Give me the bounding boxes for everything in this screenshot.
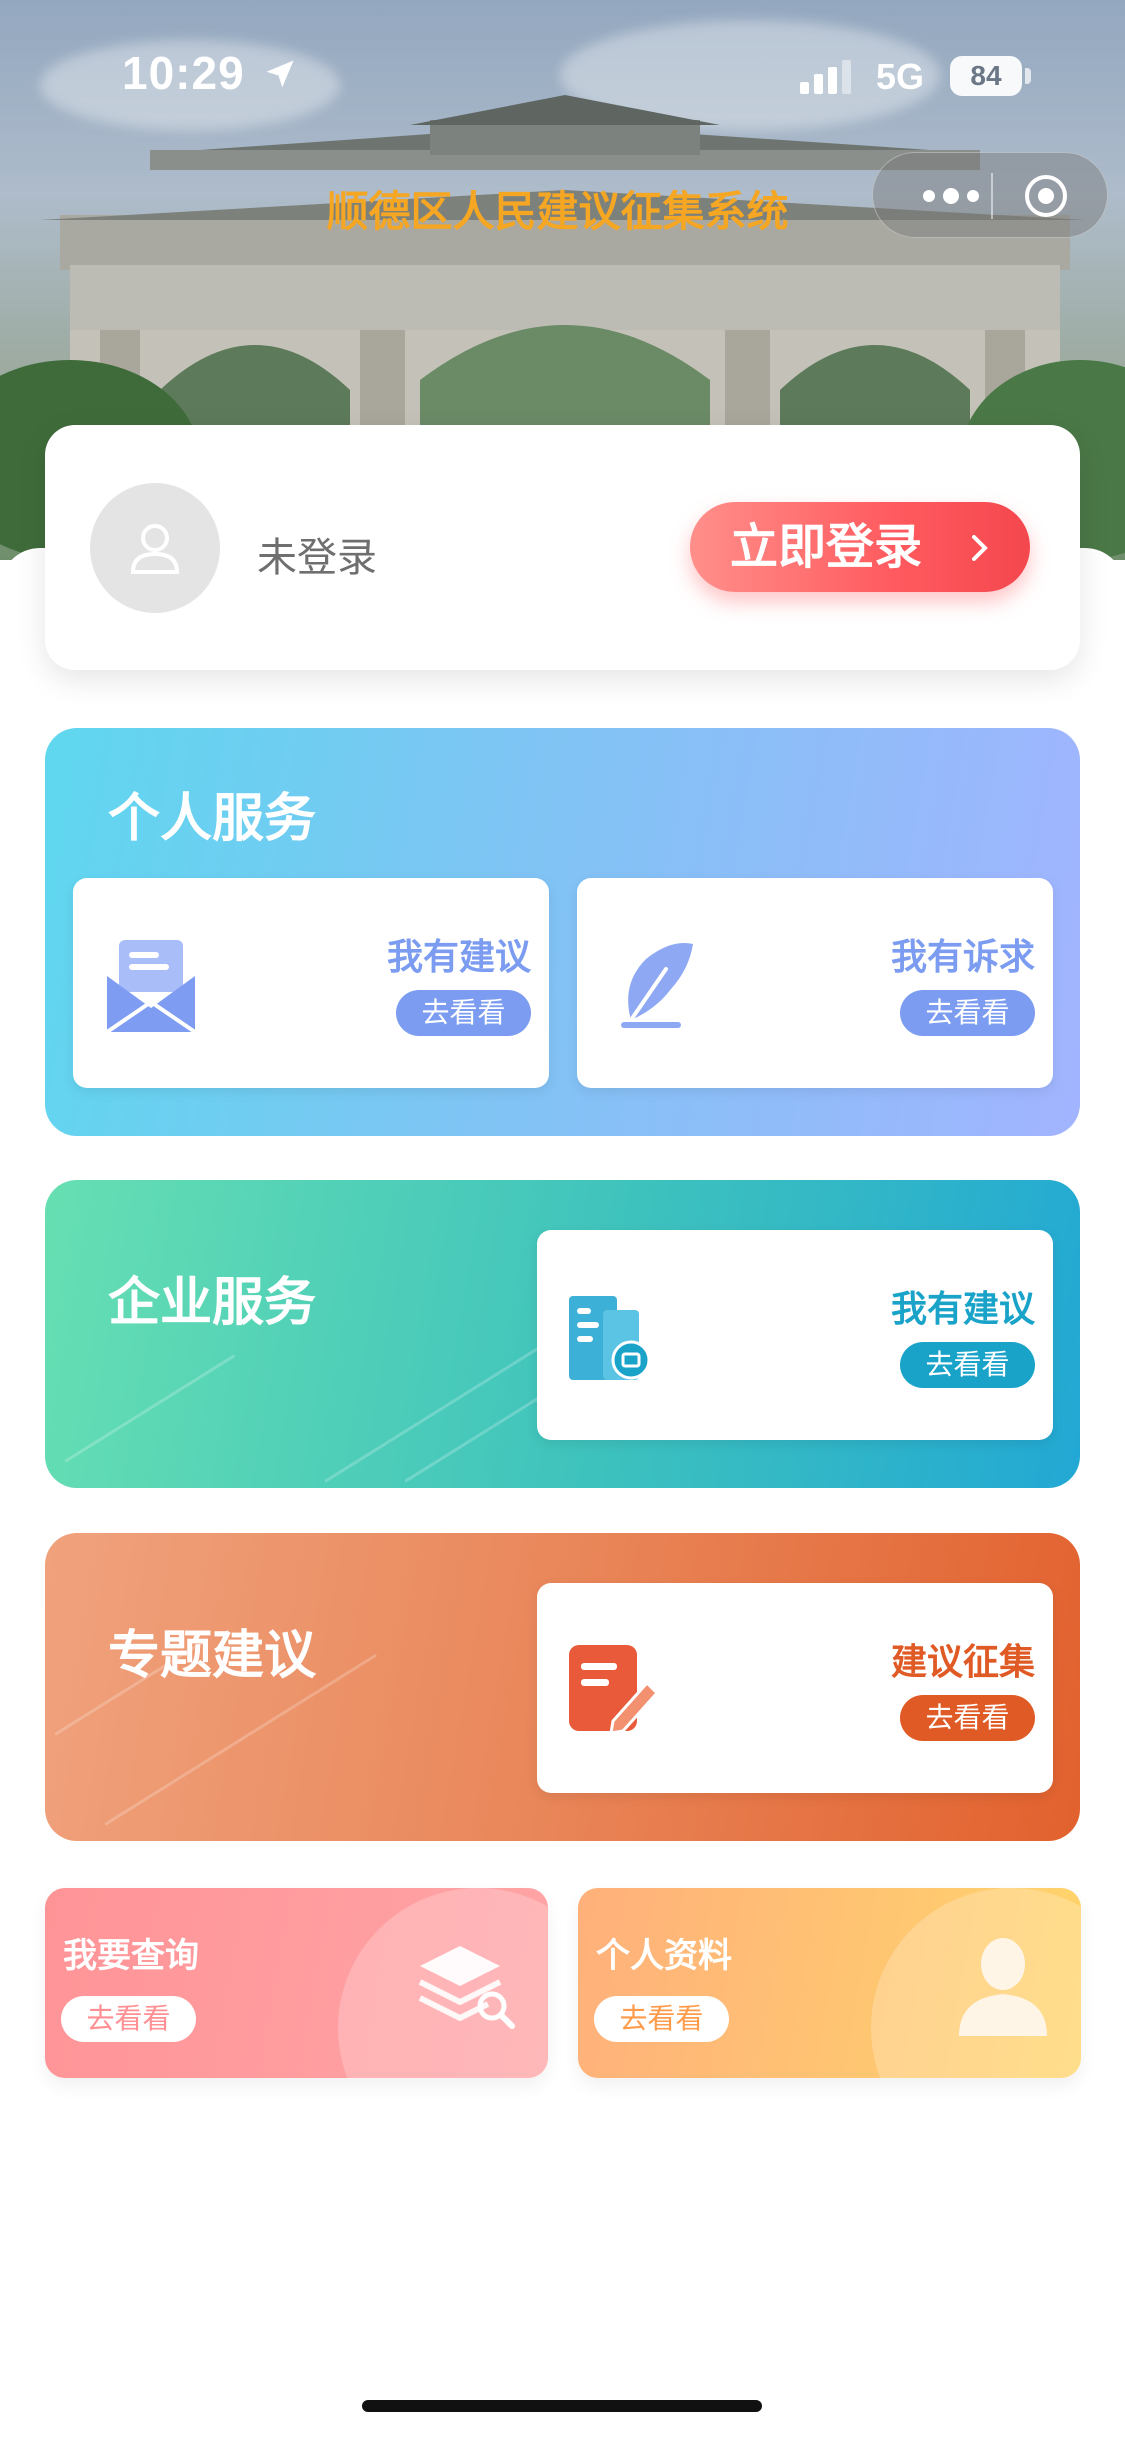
status-time: 10:29 [122,47,245,99]
view-button[interactable]: 去看看 [61,1996,196,2042]
profile-shortcut-card[interactable]: 个人资料 去看看 [578,1888,1081,2078]
user-icon [130,524,180,574]
login-card: 未登录 立即登录 [45,425,1080,670]
building-icon [569,1296,651,1380]
section-title: 企业服务 [108,1273,317,1333]
personal-suggestion-card[interactable]: 我有建议 去看看 [73,878,549,1088]
card-label: 建议征集 [890,1642,1035,1683]
close-target-icon[interactable] [1023,173,1069,219]
shortcut-label: 我要查询 [63,1936,199,1976]
chevron-right-icon [972,535,988,561]
personal-service-section: 个人服务 我有建议 去看看 我有诉求 去看看 [45,728,1080,1136]
view-button[interactable]: 去看看 [396,990,531,1036]
section-title: 个人服务 [108,789,317,849]
card-label: 我有建议 [890,1289,1035,1330]
feather-icon [621,943,693,1028]
location-arrow-icon [266,60,294,88]
person-icon [959,1938,1047,2036]
decor-stripe [64,1354,236,1463]
query-shortcut-card[interactable]: 我要查询 去看看 [45,1888,548,2078]
login-status-text: 未登录 [257,535,377,581]
miniprogram-capsule [872,152,1108,238]
envelope-icon [105,940,197,1034]
login-button[interactable]: 立即登录 [690,502,1030,592]
section-title: 专题建议 [108,1626,317,1686]
status-bar: 10:29 5G 84 [0,0,1125,150]
view-button[interactable]: 去看看 [594,1996,729,2042]
enterprise-service-section: 企业服务 我有建议 去看看 [45,1180,1080,1488]
card-label: 我有诉求 [890,937,1035,978]
enterprise-suggestion-card[interactable]: 我有建议 去看看 [537,1230,1053,1440]
edit-note-icon [569,1645,660,1735]
battery-indicator: 84 [950,56,1022,96]
view-button[interactable]: 去看看 [900,1342,1035,1388]
topic-suggestion-section: 专题建议 建议征集 去看看 [45,1533,1080,1841]
shortcut-label: 个人资料 [596,1936,732,1976]
network-type: 5G [876,56,925,97]
layers-search-icon [418,1946,515,2029]
view-button[interactable]: 去看看 [900,1695,1035,1741]
card-label: 我有建议 [386,937,531,978]
login-button-label: 立即登录 [730,519,923,575]
signal-icon [800,60,851,94]
avatar[interactable] [90,483,220,613]
home-indicator [362,2400,762,2412]
battery-tip [1025,68,1031,84]
more-icon[interactable] [911,178,991,214]
capsule-divider [991,173,993,219]
personal-appeal-card[interactable]: 我有诉求 去看看 [577,878,1053,1088]
topic-collection-card[interactable]: 建议征集 去看看 [537,1583,1053,1793]
view-button[interactable]: 去看看 [900,990,1035,1036]
